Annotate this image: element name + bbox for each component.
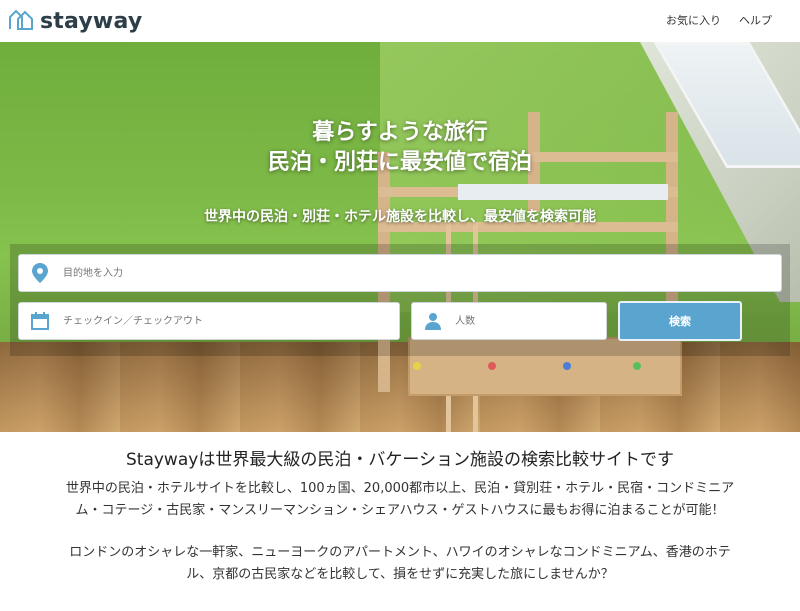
site-header: stayway お気に入り ヘルプ — [0, 0, 800, 42]
search-button[interactable]: 検索 — [618, 301, 742, 341]
hero-subtitle: 世界中の民泊・別荘・ホテル施設を比較し、最安値を検索可能 — [204, 209, 596, 225]
house-logo-icon — [8, 7, 34, 35]
person-icon — [422, 310, 443, 332]
logo[interactable]: stayway — [8, 7, 142, 35]
hero-title-line2: 民泊・別荘に最安値で宿泊 — [267, 150, 532, 175]
destination-field[interactable] — [18, 254, 782, 292]
nav-favorites-link[interactable]: お気に入り — [666, 12, 721, 28]
dates-input[interactable] — [61, 314, 369, 328]
dates-field[interactable] — [18, 302, 400, 340]
intro-paragraph-1: 世界中の民泊・ホテルサイトを比較し、100ヵ国、20,000都市以上、民泊・貸別… — [65, 481, 735, 518]
hero-title: 暮らすような旅行 民泊・別荘に最安値で宿泊 — [0, 118, 800, 178]
guests-input[interactable] — [453, 314, 606, 328]
intro-paragraph-2: ロンドンのオシャレな一軒家、ニューヨークのアパートメント、ハワイのオシャレなコン… — [69, 545, 731, 582]
intro-heading: Staywayは世界最大級の民泊・バケーション施設の検索比較サイトです — [126, 450, 674, 470]
hero-banner: 暮らすような旅行 民泊・別荘に最安値で宿泊 世界中の民泊・別荘・ホテル施設を比較… — [0, 42, 800, 432]
brand-name: stayway — [40, 8, 143, 34]
destination-input[interactable] — [61, 266, 675, 280]
map-pin-icon — [29, 262, 51, 284]
guests-field[interactable] — [411, 302, 607, 340]
search-panel: 検索 — [10, 244, 790, 356]
calendar-icon — [29, 310, 51, 332]
hero-title-line1: 暮らすような旅行 — [312, 120, 488, 145]
header-nav: お気に入り ヘルプ — [648, 12, 772, 28]
intro-section: Staywayは世界最大級の民泊・バケーション施設の検索比較サイトです 世界中の… — [0, 448, 800, 586]
nav-help-link[interactable]: ヘルプ — [739, 12, 772, 28]
